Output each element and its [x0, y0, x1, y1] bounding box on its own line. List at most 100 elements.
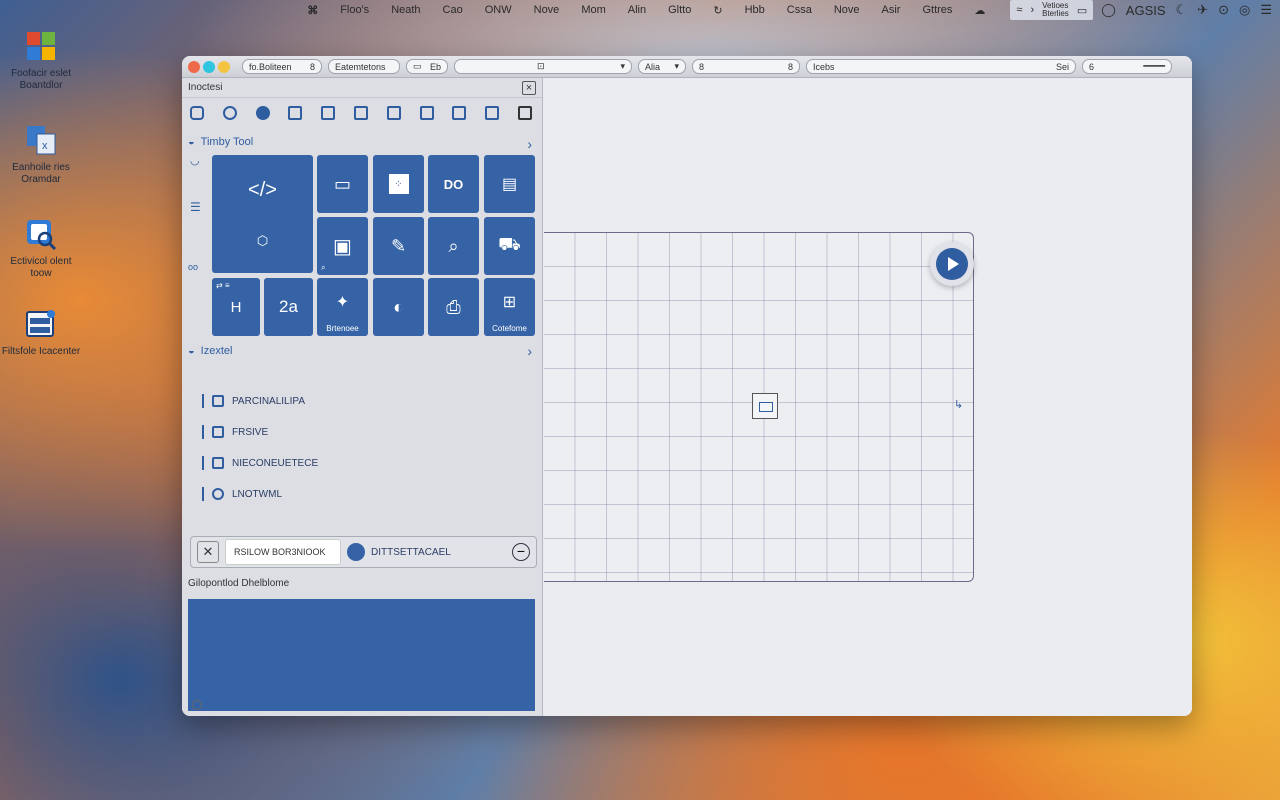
menu-icon[interactable]: ☰: [1260, 2, 1272, 18]
h-icon: H: [230, 298, 242, 316]
list-item[interactable]: PARCINALILIPA: [202, 391, 305, 411]
chevron-right-icon[interactable]: ›: [527, 136, 532, 152]
panel-header: Inoctesi ×: [182, 78, 542, 98]
clock[interactable]: AGSIS: [1126, 3, 1166, 18]
half-circle-icon: ◐: [393, 296, 404, 317]
zoom-window-button[interactable]: [218, 60, 230, 73]
card-tile[interactable]: ▤: [484, 155, 535, 213]
menu-item[interactable]: Mom: [570, 4, 616, 16]
desktop-icon-4[interactable]: Filtsfole Icacenter: [1, 308, 81, 358]
window-tool-icon[interactable]: [419, 106, 434, 120]
resize-handle-icon[interactable]: ↳: [954, 398, 963, 411]
image-placeholder-icon[interactable]: [752, 393, 778, 419]
desktop-icon-2[interactable]: x Eanhoile ries Oramdar: [1, 124, 81, 186]
toolbar-field-6[interactable]: 88: [692, 59, 800, 74]
dot-tool-icon[interactable]: [255, 106, 270, 120]
chevron-right-icon[interactable]: ›: [527, 343, 532, 359]
code-tile[interactable]: </> ⬡: [212, 155, 313, 273]
cotefome-tile[interactable]: ⊞ Cotefome: [484, 278, 535, 336]
monitor-tile[interactable]: ▭: [317, 155, 368, 213]
half-tile[interactable]: ◐: [373, 278, 424, 336]
toolbar-field-8[interactable]: 6 ━━━━: [1082, 59, 1172, 74]
dice-tile[interactable]: ⁘: [373, 155, 424, 213]
sync-icon[interactable]: ↻: [702, 4, 733, 17]
frame-tool-icon[interactable]: [386, 106, 401, 120]
ring-tool-icon[interactable]: [222, 106, 237, 120]
square-tool-icon[interactable]: [517, 106, 532, 120]
columns-tool-icon[interactable]: [288, 106, 303, 120]
section-header-2[interactable]: ◒ Izextel: [188, 345, 232, 357]
minus-icon[interactable]: −: [512, 543, 530, 561]
menu-item[interactable]: Gttres: [911, 4, 963, 16]
pen-tile[interactable]: ✎: [373, 217, 424, 275]
app-menu-icon[interactable]: ⌘: [296, 4, 329, 17]
wifi-icon[interactable]: ≈: [1016, 4, 1022, 16]
menu-item[interactable]: Cssa: [776, 4, 823, 16]
list-tool-icon[interactable]: [353, 106, 368, 120]
cloud-icon[interactable]: ☁: [963, 4, 996, 17]
battery-icon[interactable]: ▭: [1077, 4, 1087, 17]
do-tile[interactable]: DO: [428, 155, 479, 213]
moon-icon[interactable]: ☾: [1176, 2, 1188, 18]
play-button[interactable]: [930, 242, 974, 286]
list-item[interactable]: NIECONEUETECE: [202, 453, 318, 473]
numbers-tile[interactable]: 2a: [264, 278, 313, 336]
server-box-icon: [25, 308, 57, 340]
chevron-icon[interactable]: ›: [1030, 4, 1034, 16]
canvas-area[interactable]: ↳: [544, 78, 1192, 716]
bird-icon[interactable]: ✈: [1197, 2, 1208, 18]
toolbar-field-4[interactable]: ⊡ ▾: [454, 59, 632, 74]
menu-item[interactable]: Neath: [380, 4, 431, 16]
toolbar-field-7[interactable]: Icebs Sei: [806, 59, 1076, 74]
search-tile[interactable]: ⌕: [428, 217, 479, 275]
panel-title: Inoctesi: [188, 82, 223, 93]
generation-output-area[interactable]: [188, 599, 535, 711]
minimize-window-button[interactable]: [203, 60, 215, 73]
desktop-icon-1[interactable]: Foofacir eslet Boantdlor: [1, 30, 81, 92]
menu-item[interactable]: Asir: [871, 4, 912, 16]
menu-item[interactable]: Nove: [523, 4, 571, 16]
siri-icon[interactable]: ◎: [1239, 2, 1250, 18]
menu-item[interactable]: Gltto: [657, 4, 702, 16]
cup-icon[interactable]: ◡: [190, 154, 200, 167]
window-tile[interactable]: ▣ ⌕: [317, 217, 368, 275]
settings-icon[interactable]: ⊙: [1218, 2, 1229, 18]
printer-tile[interactable]: ⎙: [428, 278, 479, 336]
close-window-button[interactable]: [188, 60, 200, 73]
circle-tool-icon[interactable]: [190, 106, 204, 120]
link-icon[interactable]: oo: [188, 262, 198, 272]
image-tool-icon[interactable]: [485, 106, 500, 120]
brtenoee-tile[interactable]: ✦ Brtenoee: [317, 278, 368, 336]
split-tool-icon[interactable]: [321, 106, 336, 120]
menu-item[interactable]: Nove: [823, 4, 871, 16]
chevron-down-icon: ▾: [620, 61, 625, 71]
list-item[interactable]: FRSIVE: [202, 422, 268, 442]
action-button[interactable]: DITTSETTACAEL: [347, 543, 451, 561]
desktop-icon-3[interactable]: Ectivicol olent toow: [1, 218, 81, 280]
menu-item[interactable]: Hbb: [734, 4, 776, 16]
footer-status-icon[interactable]: [192, 700, 202, 710]
menu-item[interactable]: Cao: [432, 4, 474, 16]
cart-tile[interactable]: ⛟: [484, 217, 535, 275]
h-tile[interactable]: H ⇄ ≡: [212, 278, 260, 336]
desktop-icon-label: Ectivicol olent toow: [10, 256, 72, 279]
stack-icon[interactable]: ☰: [190, 200, 201, 214]
list-item[interactable]: LNOTWML: [202, 484, 282, 504]
toolbar-field-5[interactable]: Alia ▾: [638, 59, 686, 74]
control-center-icon[interactable]: ◯: [1101, 2, 1116, 18]
section-header-tools[interactable]: ◒ Timby Tool: [188, 136, 253, 148]
close-icon[interactable]: ×: [522, 80, 536, 95]
menu-item[interactable]: ONW: [474, 4, 523, 16]
action-label: DITTSETTACAEL: [371, 546, 451, 558]
edit-tool-icon[interactable]: [452, 106, 467, 120]
menu-item[interactable]: Alin: [617, 4, 657, 16]
windows-logo-icon: [25, 30, 57, 62]
field-value: Alia: [645, 61, 661, 72]
toolbar-field-2[interactable]: Eatemtetons: [328, 59, 400, 74]
toolbar-field-3[interactable]: ▭ Eb: [406, 59, 448, 74]
toolbar-field-1[interactable]: fo.Boliteen 8: [242, 59, 322, 74]
card-icon: ▤: [501, 176, 518, 193]
close-search-icon[interactable]: ✕: [197, 541, 219, 563]
search-input[interactable]: RSILOW BOR3NIOOK: [225, 539, 341, 565]
menu-item[interactable]: Floo's: [329, 4, 380, 16]
